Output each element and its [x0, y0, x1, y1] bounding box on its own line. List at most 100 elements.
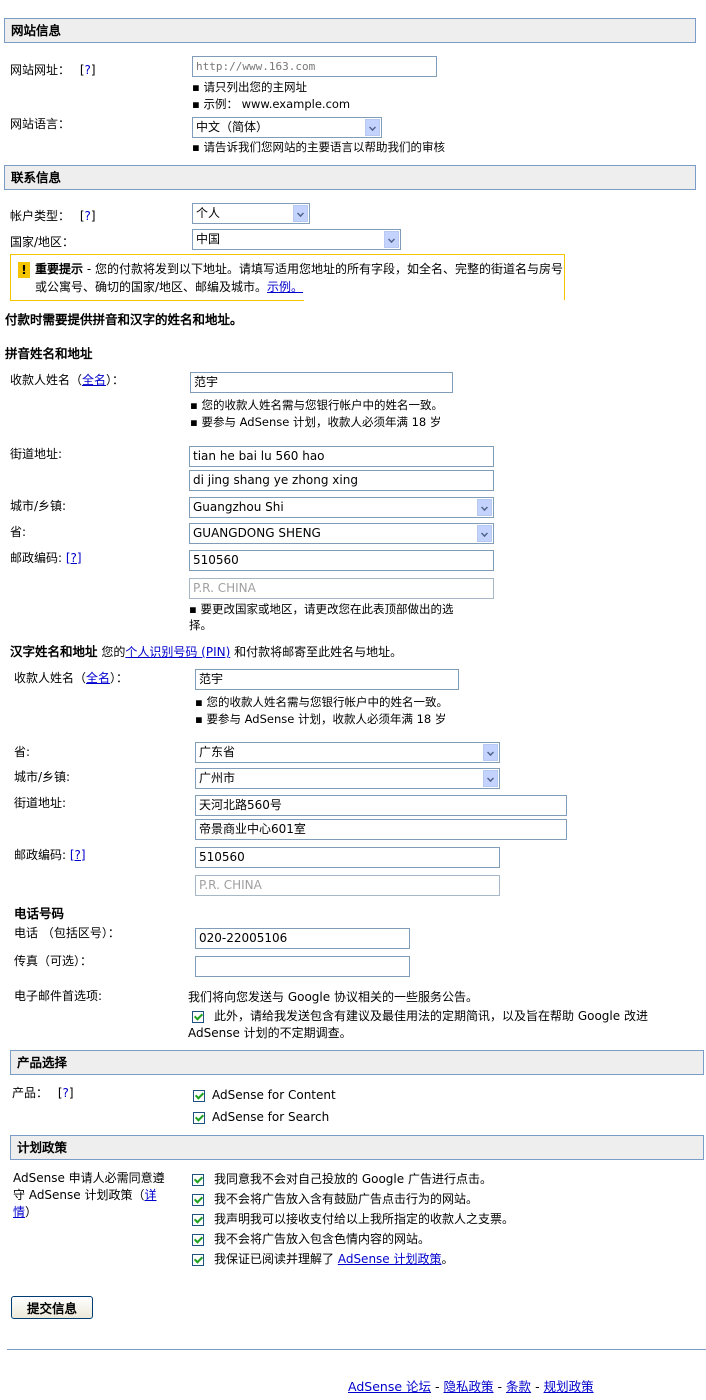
url-hint-2: ▪ 示例： www.example.com: [192, 97, 351, 111]
pinyin-payee-input[interactable]: 范宇: [190, 372, 453, 393]
language-select-value: 中文（简体）: [196, 120, 269, 134]
full-name-link[interactable]: 全名: [82, 373, 106, 387]
url-label-text: 网站网址：: [10, 63, 71, 77]
fax-label: 传真（可选）：: [14, 954, 93, 968]
phone-input[interactable]: 020-22005106: [195, 928, 410, 949]
policy-checkbox-5[interactable]: [192, 1254, 204, 1266]
product-content-checkbox[interactable]: [193, 1090, 205, 1102]
hanzi-province-select[interactable]: 广东省: [195, 742, 500, 763]
important-notice: ! 重要提示 - 您的付款将发到以下地址。请填写适用您地址的所有字段，如全名、完…: [10, 254, 565, 300]
label-text: 邮政编码:: [10, 551, 63, 565]
newsletter-label-1: 此外，请给我发送包含有建议及最佳用法的定期简讯，以及旨在帮助 Google 改进: [214, 1009, 648, 1023]
postal-help-link[interactable]: [?]: [66, 551, 82, 565]
chevron-down-icon[interactable]: [293, 205, 308, 222]
adsense-policy-link[interactable]: AdSense 计划政策: [338, 1252, 442, 1266]
policy-item-1: 我同意我不会对自己投放的 Google 广告进行点击。: [214, 1172, 492, 1186]
help-icon[interactable]: ?: [85, 63, 91, 77]
hanzi-payee-input[interactable]: 范宇: [195, 669, 459, 690]
policy-checkbox-2[interactable]: [192, 1194, 204, 1206]
policy-checkbox-1[interactable]: [192, 1174, 204, 1186]
account-type-label-text: 帐户类型：: [10, 209, 71, 223]
fax-input[interactable]: [195, 956, 410, 977]
separator: -: [497, 1379, 503, 1394]
country-label: 国家/地区：: [10, 235, 75, 249]
chevron-down-icon[interactable]: [477, 525, 492, 542]
postal-help-link[interactable]: [?]: [70, 848, 86, 862]
policy-checkbox-3[interactable]: [192, 1214, 204, 1226]
url-label: 网站网址： [?]: [10, 62, 96, 78]
hanzi-city-select[interactable]: 广州市: [195, 768, 500, 789]
pinyin-payee-label: 收款人姓名（全名）：: [10, 372, 124, 388]
footer-link-terms[interactable]: 条款: [506, 1379, 531, 1394]
label-text: ）: [25, 1205, 38, 1219]
account-type-select[interactable]: 个人: [192, 203, 310, 224]
notice-border: [10, 300, 304, 301]
separator: -: [435, 1379, 440, 1394]
label-text: ）：: [110, 671, 129, 685]
label-text: ）：: [106, 373, 125, 387]
country-select[interactable]: 中国: [192, 229, 401, 250]
pinyin-payee-hint-1: ▪ 您的收款人姓名需与您银行帐户中的姓名一致。: [190, 398, 443, 412]
pinyin-street-1-input[interactable]: tian he bai lu 560 hao: [189, 446, 494, 467]
url-help-link[interactable]: [?]: [80, 63, 96, 77]
pin-link[interactable]: 个人识别号码 (PIN): [125, 645, 230, 659]
example-link[interactable]: 示例。: [267, 280, 303, 294]
hanzi-section-title: 汉字姓名和地址 您的个人识别号码 (PIN) 和付款将邮寄至此姓名与地址。: [10, 644, 402, 660]
account-type-value: 个人: [196, 206, 221, 220]
section-header-contact-info: 联系信息: [4, 165, 696, 190]
pinyin-province-select[interactable]: GUANGDONG SHENG: [189, 523, 494, 544]
products-help-link[interactable]: [?]: [58, 1086, 74, 1100]
pinyin-payee-hint-2: ▪ 要参与 AdSense 计划，收款人必须年满 18 岁: [190, 415, 442, 429]
hanzi-intro: 您的: [97, 645, 126, 659]
full-name-link[interactable]: 全名: [86, 671, 110, 685]
notice-title: 重要提示: [35, 262, 84, 276]
hanzi-province-label: 省:: [14, 745, 31, 759]
pinyin-city-select[interactable]: Guangzhou Shi: [189, 497, 494, 518]
products-label: 产品： [?]: [12, 1085, 74, 1101]
details-link[interactable]: 情: [13, 1205, 25, 1219]
separator: -: [535, 1379, 540, 1394]
submit-button[interactable]: 提交信息: [11, 1296, 93, 1319]
section-header-policy: 计划政策: [10, 1135, 704, 1160]
label-text: 邮政编码:: [14, 848, 67, 862]
warning-icon: !: [18, 262, 30, 278]
policy-item-2: 我不会将广告放入含有鼓励广告点击行为的网站。: [214, 1192, 479, 1206]
email-pref-label: 电子邮件首选项:: [14, 989, 103, 1003]
policy-item-4: 我不会将广告放入包含色情内容的网站。: [214, 1232, 431, 1246]
chevron-down-icon[interactable]: [483, 744, 498, 761]
policy-checkbox-4[interactable]: [192, 1234, 204, 1246]
pinyin-country-hint-2: 择。: [189, 618, 212, 632]
payment-note: 付款时需要提供拼音和汉字的姓名和地址。: [5, 312, 243, 327]
phone-label: 电话 （包括区号）：: [14, 926, 120, 940]
label-text: 我保证已阅读并理解了: [214, 1252, 338, 1266]
pinyin-postal-input[interactable]: 510560: [189, 550, 494, 571]
help-icon[interactable]: ?: [63, 1086, 69, 1100]
hanzi-postal-input[interactable]: 510560: [195, 847, 500, 868]
footer-link-forum[interactable]: AdSense 论坛: [348, 1379, 431, 1394]
pinyin-country-field: P.R. CHINA: [189, 578, 494, 599]
newsletter-checkbox[interactable]: [192, 1011, 204, 1023]
chevron-down-icon[interactable]: [483, 770, 498, 787]
chevron-down-icon[interactable]: [384, 231, 399, 248]
product-search-checkbox[interactable]: [193, 1112, 205, 1124]
language-select[interactable]: 中文（简体）: [192, 117, 382, 138]
account-type-label: 帐户类型： [?]: [10, 208, 96, 224]
hanzi-street-2-input[interactable]: 帝景商业中心601室: [195, 819, 567, 840]
website-url-input[interactable]: http://www.163.com: [192, 56, 437, 77]
product-content-label: AdSense for Content: [212, 1088, 336, 1102]
chevron-down-icon[interactable]: [365, 119, 380, 136]
account-type-help-link[interactable]: [?]: [80, 209, 96, 223]
footer-link-privacy[interactable]: 隐私政策: [444, 1379, 494, 1394]
policy-desc-line-2: 守 AdSense 计划政策（详: [13, 1187, 165, 1204]
policy-desc-line-1: AdSense 申请人必需同意遵: [13, 1171, 165, 1185]
details-link[interactable]: 详: [145, 1188, 157, 1202]
footer-link-program-policy[interactable]: 规划政策: [544, 1379, 594, 1394]
hanzi-street-1-input[interactable]: 天河北路560号: [195, 795, 567, 816]
country-value: 中国: [196, 232, 221, 246]
label-text: 收款人姓名（: [10, 373, 83, 387]
pinyin-street-label: 街道地址:: [10, 447, 63, 461]
notice-text: 重要提示 - 您的付款将发到以下地址。请填写适用您地址的所有字段，如全名、完整的…: [35, 260, 565, 296]
chevron-down-icon[interactable]: [477, 499, 492, 516]
help-icon[interactable]: ?: [85, 209, 91, 223]
pinyin-street-2-input[interactable]: di jing shang ye zhong xing: [189, 470, 494, 491]
